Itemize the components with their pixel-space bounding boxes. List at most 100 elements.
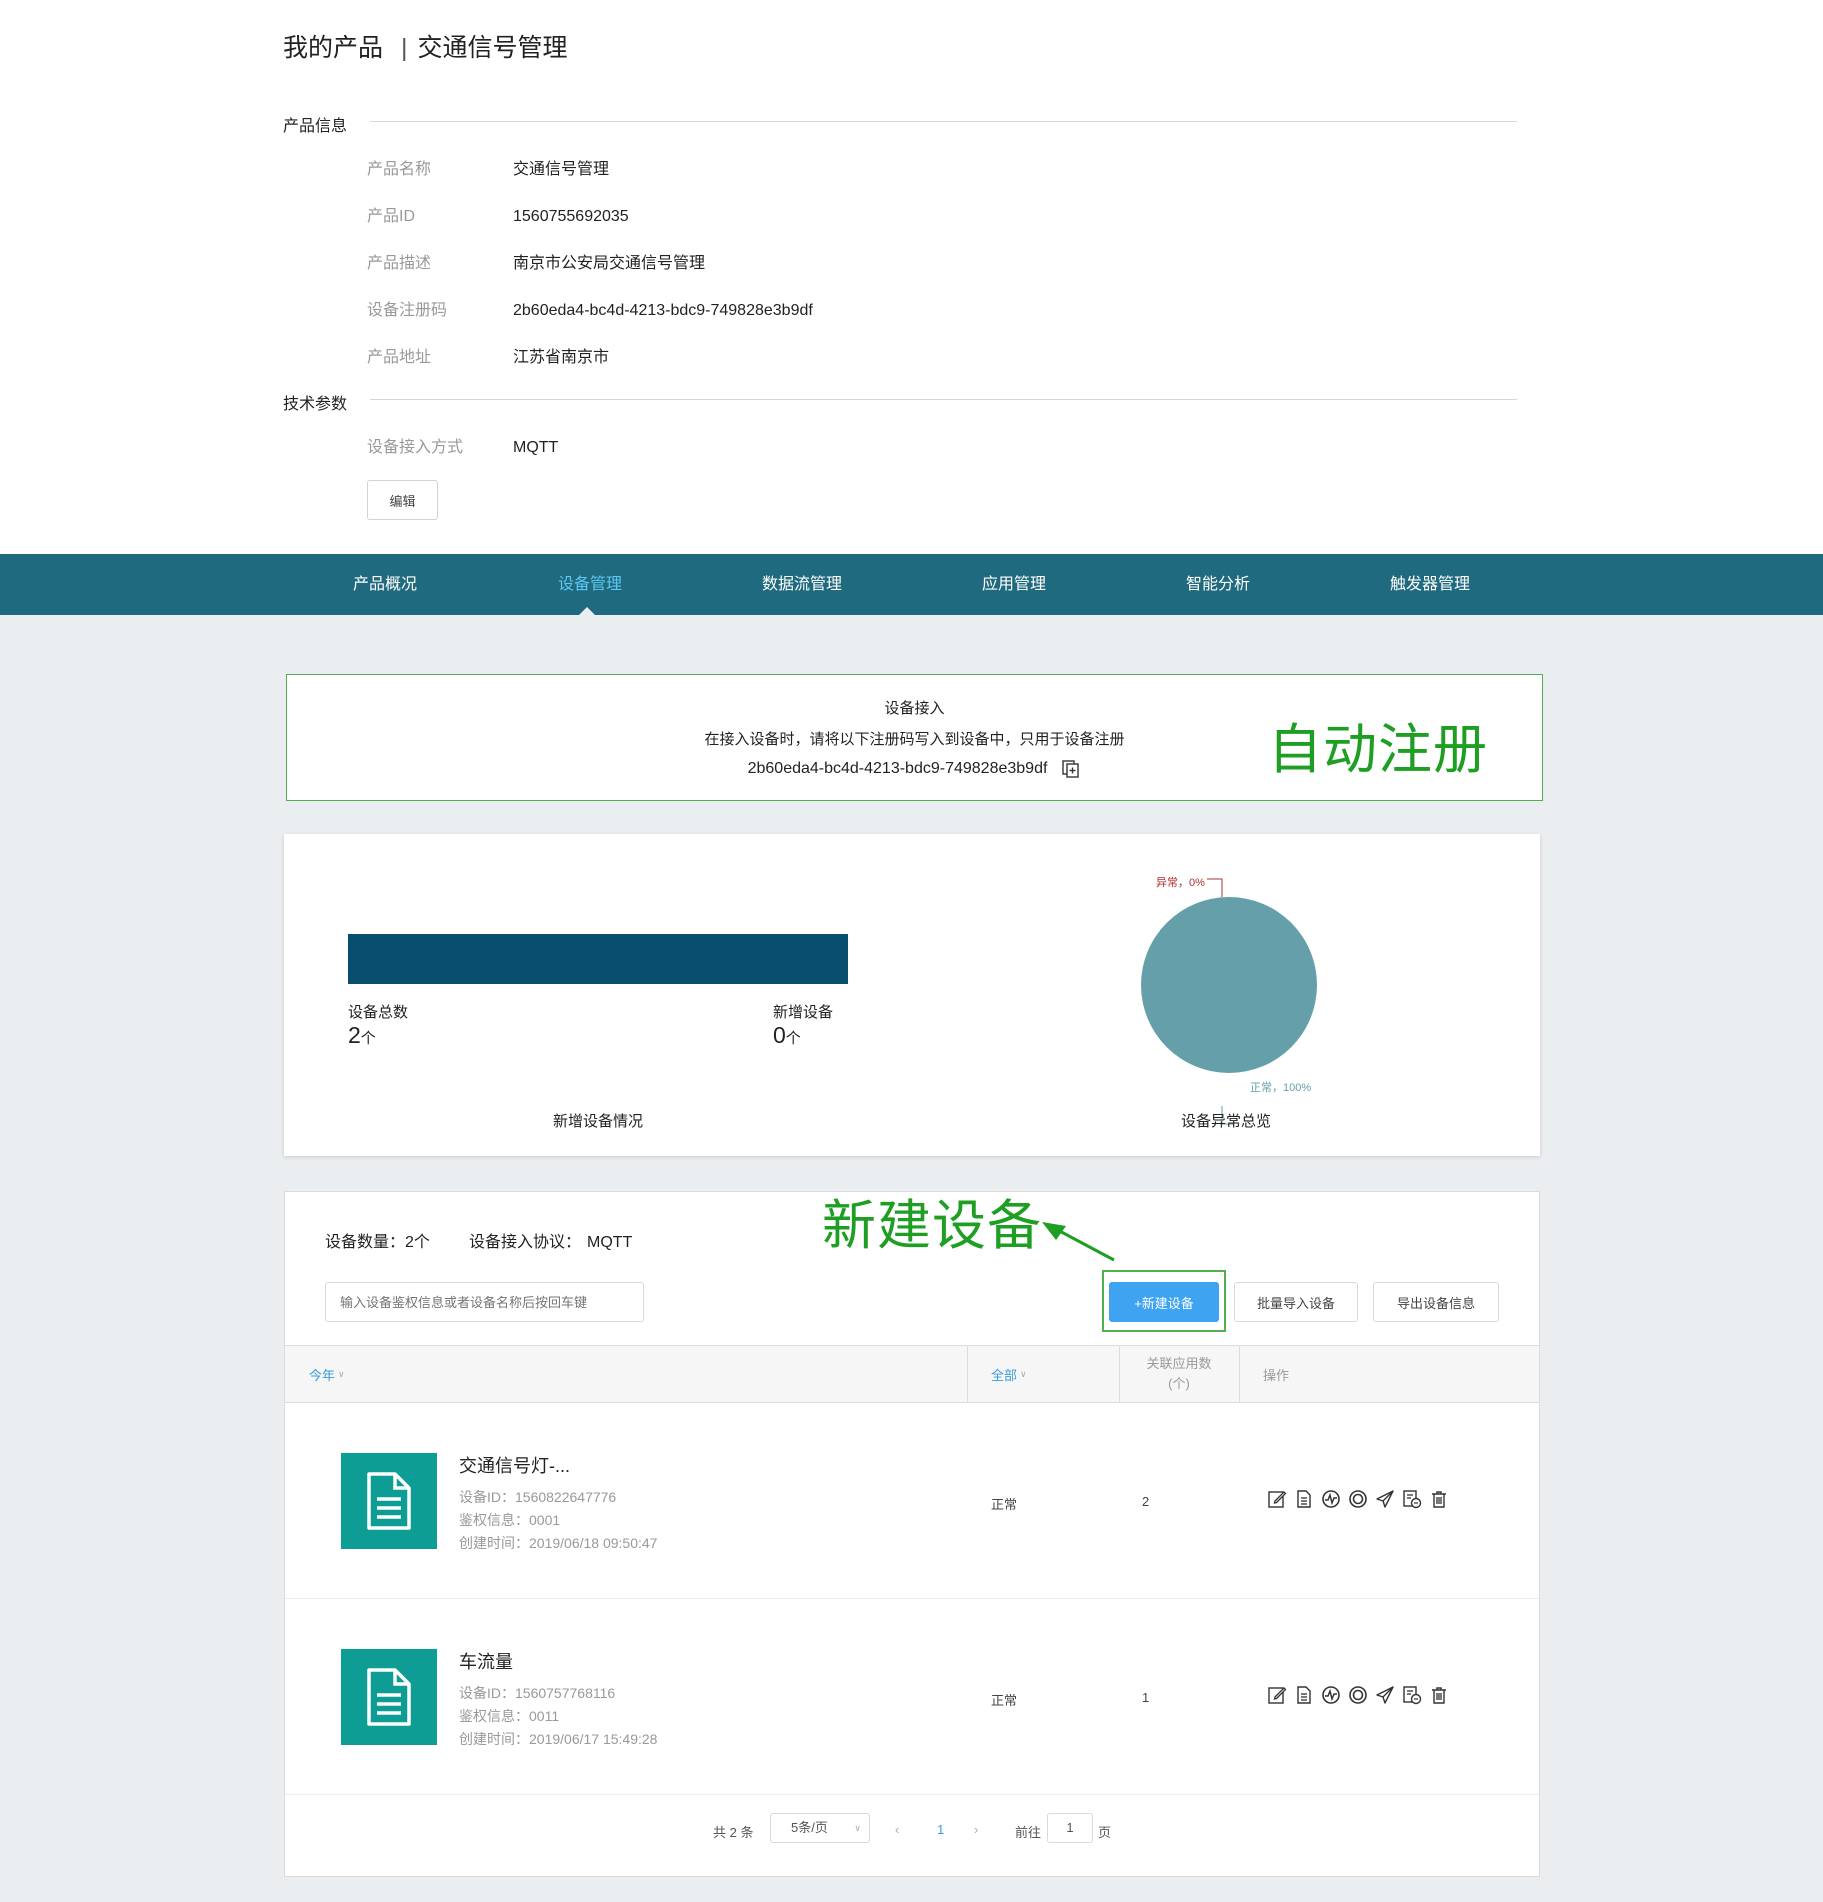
bill-icon[interactable] — [1401, 1488, 1423, 1510]
device-created-value: 2019/06/18 09:50:47 — [529, 1535, 658, 1551]
device-auth-value: 0011 — [529, 1708, 560, 1724]
tab-smart-analysis[interactable]: 智能分析 — [1186, 554, 1250, 615]
tab-product-overview[interactable]: 产品概况 — [353, 554, 417, 615]
device-created-label: 创建时间： — [459, 1731, 529, 1747]
device-thumbnail[interactable] — [341, 1453, 437, 1549]
pie-normal-label: 正常，100% — [1250, 1082, 1312, 1094]
pie-abnormal-label: 异常，0% — [1156, 877, 1205, 889]
info-row-register-code: 设备注册码 2b60eda4-bc4d-4213-bdc9-749828e3b9d… — [367, 296, 813, 320]
device-name[interactable]: 车流量 — [459, 1648, 513, 1674]
pagination: 共 2 条 5条/页 ∨ ‹ 1 › 前往 1 页 — [285, 1810, 1539, 1850]
page-number-current[interactable]: 1 — [937, 1822, 944, 1837]
device-id-label: 设备ID： — [459, 1685, 515, 1701]
device-list-panel: 设备数量：2个 设备接入协议：MQTT +新建设备 批量导入设备 导出设备信息 … — [284, 1191, 1540, 1877]
device-operations — [1266, 1488, 1450, 1510]
page-suffix: 页 — [1098, 1825, 1112, 1840]
batch-import-button[interactable]: 批量导入设备 — [1234, 1282, 1358, 1322]
active-tab-caret — [579, 607, 595, 615]
device-app-count: 2 — [1142, 1494, 1150, 1509]
info-value: MQTT — [513, 439, 559, 456]
info-value: 1560755692035 — [513, 208, 629, 225]
info-label: 产品地址 — [367, 349, 432, 366]
column-divider — [967, 1346, 968, 1402]
device-auth-value: 0001 — [529, 1512, 561, 1528]
device-auth: 鉴权信息：0001 — [459, 1510, 560, 1530]
info-row-product-desc: 产品描述 南京市公安局交通信号管理 — [367, 249, 705, 273]
circle-icon[interactable] — [1347, 1488, 1369, 1510]
copy-icon[interactable] — [1061, 759, 1081, 779]
new-devices-unit: 个 — [785, 1030, 801, 1047]
column-operations: 操作 — [1263, 1367, 1290, 1383]
section-divider — [370, 121, 1517, 122]
pagination-total: 共 2 条 — [713, 1825, 754, 1840]
tab-device-management[interactable]: 设备管理 — [558, 554, 622, 615]
device-search-input[interactable] — [325, 1282, 644, 1322]
table-row: 交通信号灯-... 设备ID：1560822647776 鉴权信息：0001 创… — [285, 1404, 1539, 1599]
document-icon[interactable] — [1293, 1684, 1315, 1706]
edit-icon[interactable] — [1266, 1684, 1288, 1706]
goto-page-input[interactable]: 1 — [1047, 1813, 1093, 1843]
prev-page-icon[interactable]: ‹ — [895, 1822, 899, 1837]
device-created-value: 2019/06/17 15:49:28 — [529, 1731, 658, 1747]
document-icon[interactable] — [1293, 1488, 1315, 1510]
info-value: 2b60eda4-bc4d-4213-bdc9-749828e3b9df — [513, 302, 813, 319]
bill-icon[interactable] — [1401, 1684, 1423, 1706]
column-year-filter[interactable]: 今年 ∨ — [309, 1346, 345, 1402]
export-devices-button[interactable]: 导出设备信息 — [1373, 1282, 1499, 1322]
device-auth: 鉴权信息：0011 — [459, 1706, 559, 1726]
pie-caption: 设备异常总览 — [1180, 1113, 1272, 1130]
tab-app-management[interactable]: 应用管理 — [982, 554, 1046, 615]
goto-label: 前往 — [1015, 1825, 1042, 1840]
edit-button[interactable]: 编辑 — [367, 480, 438, 520]
device-table-header: 今年 ∨ 全部 ∨ 关联应用数 (个) 操作 — [285, 1345, 1539, 1403]
total-devices-number: 2 — [348, 1022, 361, 1048]
info-value: 江苏省南京市 — [513, 349, 610, 366]
device-protocol-value: MQTT — [587, 1234, 633, 1251]
page-title: 我的产品 | 交通信号管理 — [283, 28, 568, 64]
edit-icon[interactable] — [1266, 1488, 1288, 1510]
section-tech-params: 技术参数 — [283, 396, 348, 413]
device-id-value: 1560822647776 — [515, 1489, 617, 1505]
column-status-label: 全部 — [991, 1367, 1018, 1383]
device-status: 正常 — [991, 1497, 1018, 1512]
device-count-label: 设备数量： — [325, 1234, 406, 1251]
send-icon[interactable] — [1374, 1488, 1396, 1510]
device-created: 创建时间：2019/06/18 09:50:47 — [459, 1533, 657, 1553]
device-created-label: 创建时间： — [459, 1535, 529, 1551]
info-row-access-method: 设备接入方式 MQTT — [367, 433, 558, 457]
send-icon[interactable] — [1374, 1684, 1396, 1706]
next-page-icon[interactable]: › — [974, 1822, 978, 1837]
info-row-product-address: 产品地址 江苏省南京市 — [367, 343, 609, 367]
info-label: 产品ID — [367, 208, 416, 225]
breadcrumb-my-products[interactable]: 我的产品 — [283, 34, 383, 62]
device-operations — [1266, 1684, 1450, 1706]
new-device-button[interactable]: +新建设备 — [1109, 1282, 1219, 1322]
annotation-auto-register: 自动注册 — [1268, 720, 1488, 780]
device-created: 创建时间：2019/06/17 15:49:28 — [459, 1729, 657, 1749]
info-label: 设备接入方式 — [367, 439, 464, 456]
column-divider — [1239, 1346, 1240, 1402]
page-size-select[interactable]: 5条/页 ∨ — [770, 1813, 870, 1843]
circle-icon[interactable] — [1347, 1684, 1369, 1706]
trash-icon[interactable] — [1428, 1684, 1450, 1706]
chevron-down-icon: ∨ — [854, 1823, 861, 1833]
tab-datastream-management[interactable]: 数据流管理 — [762, 554, 842, 615]
total-devices-value: 2个 — [348, 1022, 376, 1049]
trash-icon[interactable] — [1428, 1488, 1450, 1510]
column-status-filter[interactable]: 全部 ∨ — [991, 1346, 1027, 1402]
document-icon — [367, 1472, 411, 1530]
device-count: 设备数量：2个 — [325, 1228, 430, 1252]
info-label: 设备注册码 — [367, 302, 448, 319]
device-thumbnail[interactable] — [341, 1649, 437, 1745]
info-row-product-id: 产品ID 1560755692035 — [367, 202, 629, 226]
document-icon — [367, 1668, 411, 1726]
device-protocol: 设备接入协议： MQTT — [469, 1228, 632, 1252]
device-name[interactable]: 交通信号灯-... — [459, 1452, 570, 1478]
column-year-label: 今年 — [309, 1367, 336, 1383]
new-device-bar — [348, 934, 848, 984]
tab-trigger-management[interactable]: 触发器管理 — [1390, 554, 1470, 615]
dashboard-icon[interactable] — [1320, 1488, 1342, 1510]
device-id: 设备ID：1560822647776 — [459, 1487, 616, 1507]
column-app-count-unit: (个) — [1168, 1376, 1190, 1391]
dashboard-icon[interactable] — [1320, 1684, 1342, 1706]
